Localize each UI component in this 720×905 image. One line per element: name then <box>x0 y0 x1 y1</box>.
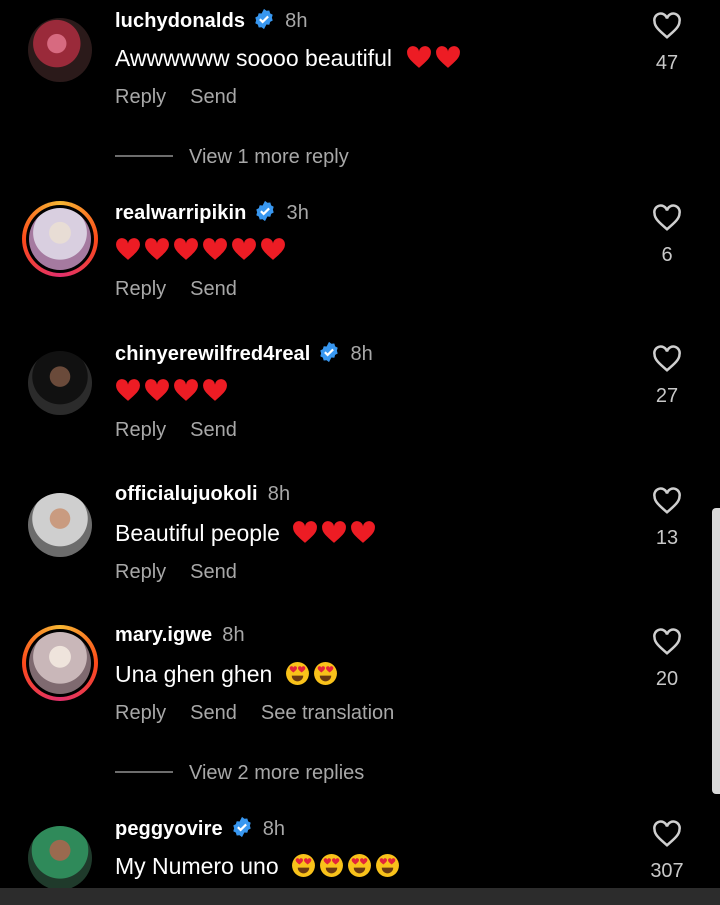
view-more-replies-button[interactable]: View 1 more reply <box>115 146 349 169</box>
username[interactable]: realwarripikin <box>115 202 246 224</box>
send-button[interactable]: Send <box>190 419 237 441</box>
avatar[interactable] <box>28 351 92 415</box>
avatar[interactable] <box>28 493 92 557</box>
avatar[interactable] <box>28 18 92 82</box>
send-button[interactable]: Send <box>190 86 237 108</box>
red-heart-icon <box>351 521 376 543</box>
red-heart-icon <box>407 46 432 68</box>
red-heart-icon <box>293 521 318 543</box>
heart-eyes-emoji-icon <box>348 854 371 877</box>
red-heart-icon <box>203 238 227 260</box>
comment-text <box>115 378 231 405</box>
reply-button[interactable]: Reply <box>115 86 166 108</box>
heart-outline-icon[interactable] <box>652 820 682 848</box>
heart-eyes-emoji-icon <box>313 662 337 685</box>
username[interactable]: chinyerewilfred4real <box>115 343 310 365</box>
verified-badge-icon <box>255 8 273 30</box>
avatar[interactable] <box>22 625 98 701</box>
reply-button[interactable]: Reply <box>115 419 166 441</box>
comment-text: Beautiful people <box>115 520 379 547</box>
like-count: 307 <box>650 860 684 882</box>
username[interactable]: mary.igwe <box>115 624 212 646</box>
view-more-replies-button[interactable]: View 2 more replies <box>115 762 364 785</box>
like-count: 6 <box>661 244 673 266</box>
comment-time: 8h <box>350 343 373 365</box>
heart-outline-icon[interactable] <box>652 345 682 373</box>
heart-outline-icon[interactable] <box>652 204 682 232</box>
comment-text: My Numero uno <box>115 853 403 880</box>
comment-time: 8h <box>262 818 286 840</box>
reply-button[interactable]: Reply <box>115 561 166 583</box>
red-heart-icon <box>232 238 256 260</box>
heart-outline-icon[interactable] <box>652 628 682 656</box>
heart-eyes-emoji-icon <box>320 854 343 877</box>
reply-button[interactable]: Reply <box>115 702 166 724</box>
comment-time: 8h <box>222 624 245 646</box>
send-button[interactable]: Send <box>190 278 237 300</box>
verified-badge-icon <box>256 200 275 222</box>
red-heart-icon <box>436 46 461 68</box>
comment-text <box>115 237 289 264</box>
red-heart-icon <box>145 379 169 401</box>
red-heart-icon <box>174 238 198 260</box>
like-count: 27 <box>655 385 679 407</box>
red-heart-icon <box>203 379 227 401</box>
verified-badge-icon <box>232 816 251 838</box>
heart-eyes-emoji-icon <box>285 662 309 685</box>
bottom-bar <box>0 888 720 905</box>
heart-outline-icon[interactable] <box>652 487 682 515</box>
avatar[interactable] <box>22 201 98 277</box>
username[interactable]: peggyovire <box>115 818 223 840</box>
red-heart-icon <box>145 238 169 260</box>
send-button[interactable]: Send <box>190 561 237 583</box>
red-heart-icon <box>174 379 198 401</box>
send-button[interactable]: Send <box>190 702 237 724</box>
red-heart-icon <box>116 379 140 401</box>
red-heart-icon <box>116 238 140 260</box>
comment-time: 8h <box>285 10 308 32</box>
comment-text: Una ghen ghen <box>115 661 341 688</box>
heart-outline-icon[interactable] <box>652 12 682 40</box>
comment-time: 3h <box>286 202 309 224</box>
like-count: 20 <box>655 668 679 690</box>
like-count: 13 <box>655 527 679 549</box>
see-translation-button[interactable]: See translation <box>261 702 394 724</box>
verified-badge-icon <box>320 341 339 363</box>
avatar[interactable] <box>28 826 92 890</box>
scrollbar[interactable] <box>712 508 720 794</box>
reply-button[interactable]: Reply <box>115 278 166 300</box>
comment-time: 8h <box>267 483 291 505</box>
username[interactable]: officialujuokoli <box>115 483 258 505</box>
username[interactable]: luchydonalds <box>115 10 245 32</box>
red-heart-icon <box>261 238 285 260</box>
heart-eyes-emoji-icon <box>292 854 315 877</box>
comment-text: Awwwwww soooo beautiful <box>115 45 464 72</box>
divider <box>115 771 173 773</box>
heart-eyes-emoji-icon <box>376 854 399 877</box>
like-count: 47 <box>655 52 679 74</box>
divider <box>115 155 173 157</box>
red-heart-icon <box>322 521 347 543</box>
